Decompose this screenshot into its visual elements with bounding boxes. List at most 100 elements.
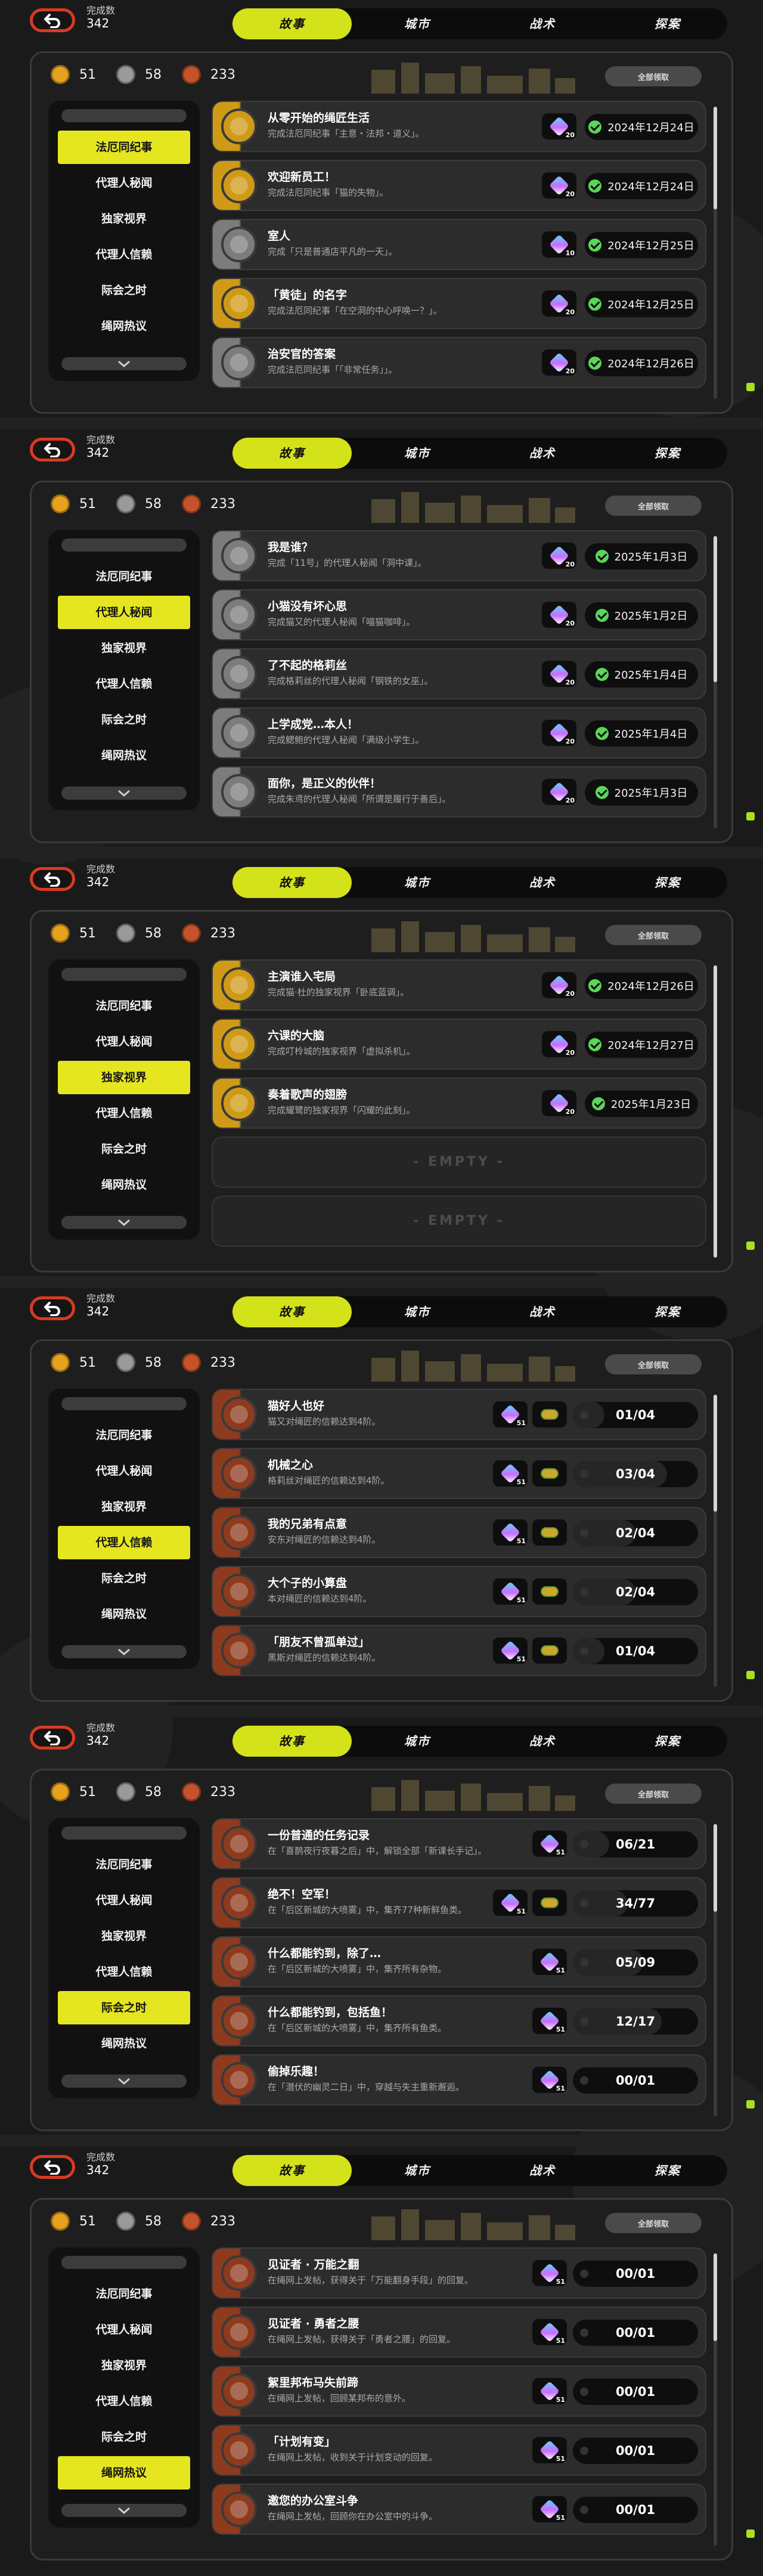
sidebar-scroll-up[interactable] <box>61 538 187 552</box>
tab-1[interactable]: 城市 <box>358 1726 477 1757</box>
list-scrollbar[interactable] <box>714 1824 717 2116</box>
achievement-row[interactable]: 我是谁？ 完成「11号」的代理人秘闻「洞中课」。 20 2025年1月3日 <box>212 530 706 581</box>
sidebar-item-5[interactable]: 绳网热议 <box>58 1168 190 1202</box>
sidebar-item-0[interactable]: 法厄同纪事 <box>58 1419 190 1452</box>
list-scrollbar[interactable] <box>714 107 717 399</box>
achievement-row[interactable]: 机械之心 格莉丝对绳匠的信赖达到4阶。 51 03/04 <box>212 1448 706 1499</box>
sidebar-item-2[interactable]: 独家视界 <box>58 202 190 236</box>
tab-2[interactable]: 战术 <box>483 438 602 469</box>
tab-1[interactable]: 城市 <box>358 8 477 39</box>
achievement-row[interactable]: 面你，是正义的伙伴！ 完成朱鸢的代理人秘闻「所谓是履行于善后」。 20 2025年1月… <box>212 766 706 818</box>
tab-3[interactable]: 探案 <box>608 867 727 898</box>
reward-item[interactable]: 20 <box>542 972 576 998</box>
reward-item[interactable]: 51 <box>493 1637 528 1664</box>
sidebar-item-0[interactable]: 法厄同纪事 <box>58 2277 190 2311</box>
reward-item[interactable]: 51 <box>493 1519 528 1546</box>
scrollbar-thumb[interactable] <box>714 536 717 682</box>
reward-item[interactable] <box>532 1578 567 1605</box>
tab-0[interactable]: 故事 <box>232 8 352 39</box>
sidebar-item-5[interactable]: 绳网热议 <box>58 1597 190 1631</box>
scrollbar-thumb[interactable] <box>714 107 717 209</box>
reward-item[interactable]: 51 <box>493 1401 528 1428</box>
sidebar-scroll-down[interactable] <box>61 2075 187 2088</box>
sidebar-item-1[interactable]: 代理人秘闻 <box>58 166 190 200</box>
sidebar-item-4[interactable]: 际会之时 <box>58 1991 190 2024</box>
sidebar-item-3[interactable]: 代理人信赖 <box>58 238 190 271</box>
claim-all-button[interactable]: 全部领取 <box>605 925 702 945</box>
achievement-row[interactable]: 欢迎新员工！ 完成法厄同纪事「猫的失物」。 20 2024年12月24日 <box>212 160 706 211</box>
achievement-row[interactable]: 见证者 · 勇者之腰 在绳网上发帖，获得关于「勇者之腰」的回复。 51 00/01 <box>212 2306 706 2358</box>
reward-item[interactable]: 20 <box>542 1090 576 1116</box>
tab-0[interactable]: 故事 <box>232 438 352 469</box>
reward-item[interactable]: 20 <box>542 779 576 805</box>
sidebar-item-1[interactable]: 代理人秘闻 <box>58 596 190 629</box>
reward-item[interactable]: 20 <box>542 720 576 746</box>
back-button[interactable] <box>30 1296 75 1320</box>
sidebar-item-0[interactable]: 法厄同纪事 <box>58 560 190 593</box>
reward-item[interactable]: 20 <box>542 290 576 317</box>
sidebar-scroll-up[interactable] <box>61 1397 187 1410</box>
sidebar-item-2[interactable]: 独家视界 <box>58 2349 190 2382</box>
achievement-row[interactable]: 主演谁入宅局 完成猫·杜的独家视界「卧底蓝调」。 20 2024年12月26日 <box>212 959 706 1011</box>
sidebar-item-5[interactable]: 绳网热议 <box>58 2027 190 2060</box>
list-scrollbar[interactable] <box>714 965 717 1258</box>
claim-all-button[interactable]: 全部领取 <box>605 2213 702 2233</box>
sidebar-scroll-down[interactable] <box>61 357 187 370</box>
tab-0[interactable]: 故事 <box>232 867 352 898</box>
list-scrollbar[interactable] <box>714 2253 717 2546</box>
tab-2[interactable]: 战术 <box>483 8 602 39</box>
tab-3[interactable]: 探案 <box>608 1296 727 1327</box>
reward-item[interactable]: 51 <box>532 2378 567 2404</box>
achievement-row[interactable]: 绝不！空军！ 在「后区新城的大喷雾」中，集齐77种新鲜鱼类。 51 34/77 <box>212 1877 706 1928</box>
tab-1[interactable]: 城市 <box>358 2155 477 2186</box>
achievement-row[interactable]: 猫好人也好 猫又对绳匠的信赖达到4阶。 51 01/04 <box>212 1389 706 1440</box>
tab-3[interactable]: 探案 <box>608 438 727 469</box>
reward-item[interactable] <box>532 1401 567 1428</box>
scrollbar-thumb[interactable] <box>714 1395 717 1512</box>
sidebar-item-0[interactable]: 法厄同纪事 <box>58 1848 190 1881</box>
achievement-row[interactable]: 絮里邦布马失前蹄 在绳网上发帖，回顾某邦布的意外。 51 00/01 <box>212 2366 706 2417</box>
reward-item[interactable]: 20 <box>542 602 576 628</box>
achievement-row[interactable]: 「黄徒」的名字 完成法厄同纪事「在空洞的中心呼唤一？」。 20 2024年12月25日 <box>212 278 706 329</box>
tab-1[interactable]: 城市 <box>358 1296 477 1327</box>
sidebar-scroll-down[interactable] <box>61 2504 187 2517</box>
reward-item[interactable]: 51 <box>532 1831 567 1857</box>
sidebar-item-4[interactable]: 际会之时 <box>58 1562 190 1595</box>
list-scrollbar[interactable] <box>714 536 717 828</box>
tab-0[interactable]: 故事 <box>232 2155 352 2186</box>
sidebar-item-2[interactable]: 独家视界 <box>58 631 190 665</box>
reward-item[interactable]: 51 <box>532 2437 567 2463</box>
reward-item[interactable]: 51 <box>532 2319 567 2345</box>
claim-all-button[interactable]: 全部领取 <box>605 1354 702 1374</box>
achievement-row[interactable]: 从零开始的绳匠生活 完成法厄同纪事「主意・法邦・道义」。 20 2024年12月24日 <box>212 101 706 152</box>
tab-2[interactable]: 战术 <box>483 2155 602 2186</box>
sidebar-item-0[interactable]: 法厄同纪事 <box>58 989 190 1023</box>
achievement-row[interactable]: 什么都能钓到，除了… 在「后区新城的大喷雾」中，集齐所有杂物。 51 05/09 <box>212 1936 706 1987</box>
achievement-row[interactable]: 了不起的格莉丝 完成格莉丝的代理人秘闻「钢铁的女巫」。 20 2025年1月4日 <box>212 648 706 699</box>
achievement-row[interactable]: 上学成党…本人！ 完成鳃鲍的代理人秘闻「满级小学生」。 20 2025年1月4日 <box>212 707 706 758</box>
achievement-row[interactable]: 见证者 · 万能之翻 在绳网上发帖，获得关于「万能翻身手段」的回复。 51 00/01 <box>212 2247 706 2299</box>
reward-item[interactable]: 10 <box>542 231 576 258</box>
back-button[interactable] <box>30 438 75 462</box>
reward-item[interactable]: 20 <box>542 113 576 140</box>
claim-all-button[interactable]: 全部领取 <box>605 1784 702 1804</box>
achievement-row[interactable]: 小猫没有坏心思 完成猫又的代理人秘闻「喵猫咖啡」。 20 2025年1月2日 <box>212 589 706 640</box>
sidebar-item-1[interactable]: 代理人秘闻 <box>58 1884 190 1917</box>
claim-all-button[interactable]: 全部领取 <box>605 496 702 516</box>
sidebar-item-3[interactable]: 代理人信赖 <box>58 2385 190 2418</box>
reward-item[interactable]: 51 <box>493 1890 528 1916</box>
achievement-row[interactable]: 「计划有变」 在绳网上发帖，收到关于计划变动的回复。 51 00/01 <box>212 2425 706 2476</box>
tab-3[interactable]: 探案 <box>608 2155 727 2186</box>
sidebar-item-1[interactable]: 代理人秘闻 <box>58 1454 190 1488</box>
sidebar-item-3[interactable]: 代理人信赖 <box>58 667 190 701</box>
achievement-row[interactable]: 一份普通的任务记录 在「喜鹊夜行夜暮之后」中，解锁全部「新课长手记」。 51 06/2… <box>212 1818 706 1869</box>
sidebar-item-3[interactable]: 代理人信赖 <box>58 1097 190 1130</box>
sidebar-item-3[interactable]: 代理人信赖 <box>58 1526 190 1559</box>
reward-item[interactable]: 51 <box>493 1578 528 1605</box>
sidebar-item-4[interactable]: 际会之时 <box>58 703 190 736</box>
sidebar-item-2[interactable]: 独家视界 <box>58 1919 190 1953</box>
scrollbar-thumb[interactable] <box>714 1824 717 1912</box>
sidebar-item-2[interactable]: 独家视界 <box>58 1490 190 1524</box>
reward-item[interactable] <box>532 1637 567 1664</box>
sidebar-item-4[interactable]: 际会之时 <box>58 2420 190 2454</box>
